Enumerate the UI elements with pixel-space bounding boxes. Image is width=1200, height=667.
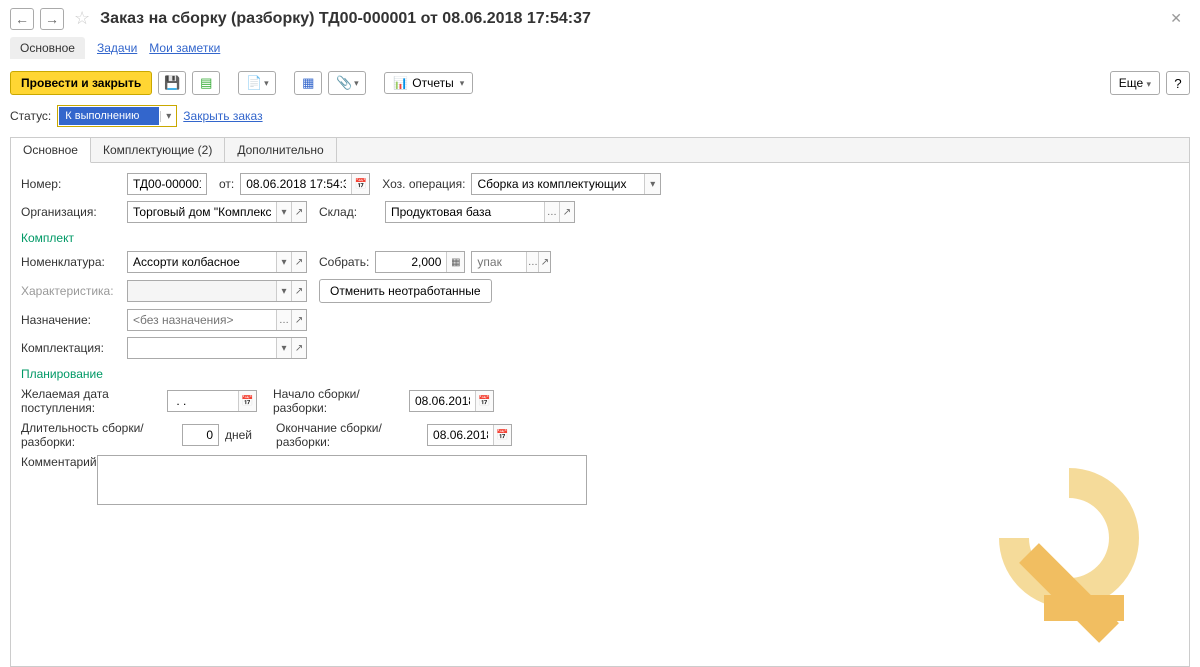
post-button[interactable]: ▤ — [192, 71, 220, 95]
unit-input[interactable] — [472, 252, 526, 272]
date-input[interactable] — [241, 174, 351, 194]
open-icon[interactable]: ↗ — [291, 310, 306, 330]
attachments-button[interactable]: 📎▾ — [328, 71, 366, 95]
comment-label: Комментарий: — [21, 455, 91, 469]
close-order-link[interactable]: Закрыть заказ — [183, 109, 262, 123]
collect-label: Собрать: — [319, 255, 369, 269]
print-icon: ▦ — [302, 75, 314, 91]
number-label: Номер: — [21, 177, 121, 191]
top-tab-main[interactable]: Основное — [10, 37, 85, 59]
purpose-label: Назначение: — [21, 313, 121, 327]
collect-input[interactable] — [376, 252, 446, 272]
report-icon: 📊 — [393, 76, 408, 90]
save-button[interactable]: 💾 — [158, 71, 186, 95]
duration-unit: дней — [225, 428, 252, 442]
dropdown-icon[interactable]: ▾ — [276, 202, 291, 222]
calendar-icon[interactable]: 📅 — [475, 391, 493, 411]
desired-date-input[interactable] — [168, 391, 238, 411]
from-label: от: — [219, 177, 234, 191]
open-icon: ↗ — [291, 281, 306, 301]
nav-forward-button[interactable]: → — [40, 8, 64, 30]
more-button[interactable]: Еще ▾ — [1110, 71, 1160, 95]
comment-textarea[interactable] — [97, 455, 587, 505]
cancel-unprocessed-button[interactable]: Отменить неотработанные — [319, 279, 492, 303]
characteristic-label: Характеристика: — [21, 284, 121, 298]
floppy-icon: 💾 — [164, 75, 180, 91]
ellipsis-icon[interactable]: … — [526, 252, 538, 272]
dropdown-icon[interactable]: ▾ — [276, 338, 291, 358]
document-arrow-icon: 📄 — [246, 75, 262, 91]
tab-main[interactable]: Основное — [11, 138, 91, 163]
purpose-input[interactable] — [128, 310, 276, 330]
submit-close-button[interactable]: Провести и закрыть — [10, 71, 152, 95]
end-date-input[interactable] — [428, 425, 493, 445]
open-icon[interactable]: ↗ — [559, 202, 574, 222]
kitting-input[interactable] — [128, 338, 276, 358]
tab-additional[interactable]: Дополнительно — [225, 138, 336, 162]
dropdown-icon[interactable]: ▾ — [276, 252, 291, 272]
calendar-icon[interactable]: 📅 — [238, 391, 256, 411]
org-input[interactable] — [128, 202, 276, 222]
warehouse-input[interactable] — [386, 202, 544, 222]
open-icon[interactable]: ↗ — [538, 252, 550, 272]
start-label: Начало сборки/разборки: — [273, 387, 403, 415]
end-label: Окончание сборки/разборки: — [276, 421, 421, 449]
nomenclature-input[interactable] — [128, 252, 276, 272]
spinner-icon[interactable]: ▦ — [446, 252, 464, 272]
warehouse-label: Склад: — [319, 205, 379, 219]
open-icon[interactable]: ↗ — [291, 202, 306, 222]
operation-label: Хоз. операция: — [382, 177, 465, 191]
kit-section-title: Комплект — [21, 231, 1179, 245]
page-title: Заказ на сборку (разборку) ТД00-000001 о… — [100, 10, 591, 28]
planning-section-title: Планирование — [21, 367, 1179, 381]
desired-date-label: Желаемая дата поступления: — [21, 387, 161, 415]
document-check-icon: ▤ — [200, 75, 212, 91]
top-tab-notes[interactable]: Мои заметки — [149, 37, 220, 59]
characteristic-input — [128, 281, 276, 301]
open-icon[interactable]: ↗ — [291, 338, 306, 358]
top-tab-tasks[interactable]: Задачи — [97, 37, 137, 59]
status-select[interactable]: ▾ — [57, 105, 177, 127]
calendar-icon[interactable]: 📅 — [493, 425, 511, 445]
duration-input[interactable] — [183, 425, 218, 445]
status-dropdown-icon[interactable]: ▾ — [160, 111, 176, 122]
operation-input[interactable] — [472, 174, 644, 194]
duration-label: Длительность сборки/разборки: — [21, 421, 176, 449]
number-input[interactable] — [128, 174, 206, 194]
print-button[interactable]: ▦ — [294, 71, 322, 95]
start-date-input[interactable] — [410, 391, 475, 411]
status-input[interactable] — [59, 107, 159, 125]
favorite-star-icon[interactable]: ☆ — [74, 8, 90, 29]
dropdown-icon[interactable]: ▾ — [644, 174, 660, 194]
nav-back-button[interactable]: ← — [10, 8, 34, 30]
kitting-label: Комплектация: — [21, 341, 121, 355]
status-label: Статус: — [10, 109, 51, 123]
create-based-button[interactable]: 📄▾ — [238, 71, 276, 95]
open-icon[interactable]: ↗ — [291, 252, 306, 272]
help-button[interactable]: ? — [1166, 71, 1190, 95]
dropdown-icon: ▾ — [276, 281, 291, 301]
ellipsis-icon[interactable]: … — [544, 202, 559, 222]
paperclip-icon: 📎 — [336, 75, 352, 91]
reports-button[interactable]: 📊Отчеты▾ — [384, 72, 473, 94]
ellipsis-icon[interactable]: … — [276, 310, 291, 330]
nomenclature-label: Номенклатура: — [21, 255, 121, 269]
calendar-icon[interactable]: 📅 — [351, 174, 369, 194]
tab-components[interactable]: Комплектующие (2) — [91, 138, 225, 162]
org-label: Организация: — [21, 205, 121, 219]
close-icon[interactable]: ✕ — [1162, 6, 1190, 31]
